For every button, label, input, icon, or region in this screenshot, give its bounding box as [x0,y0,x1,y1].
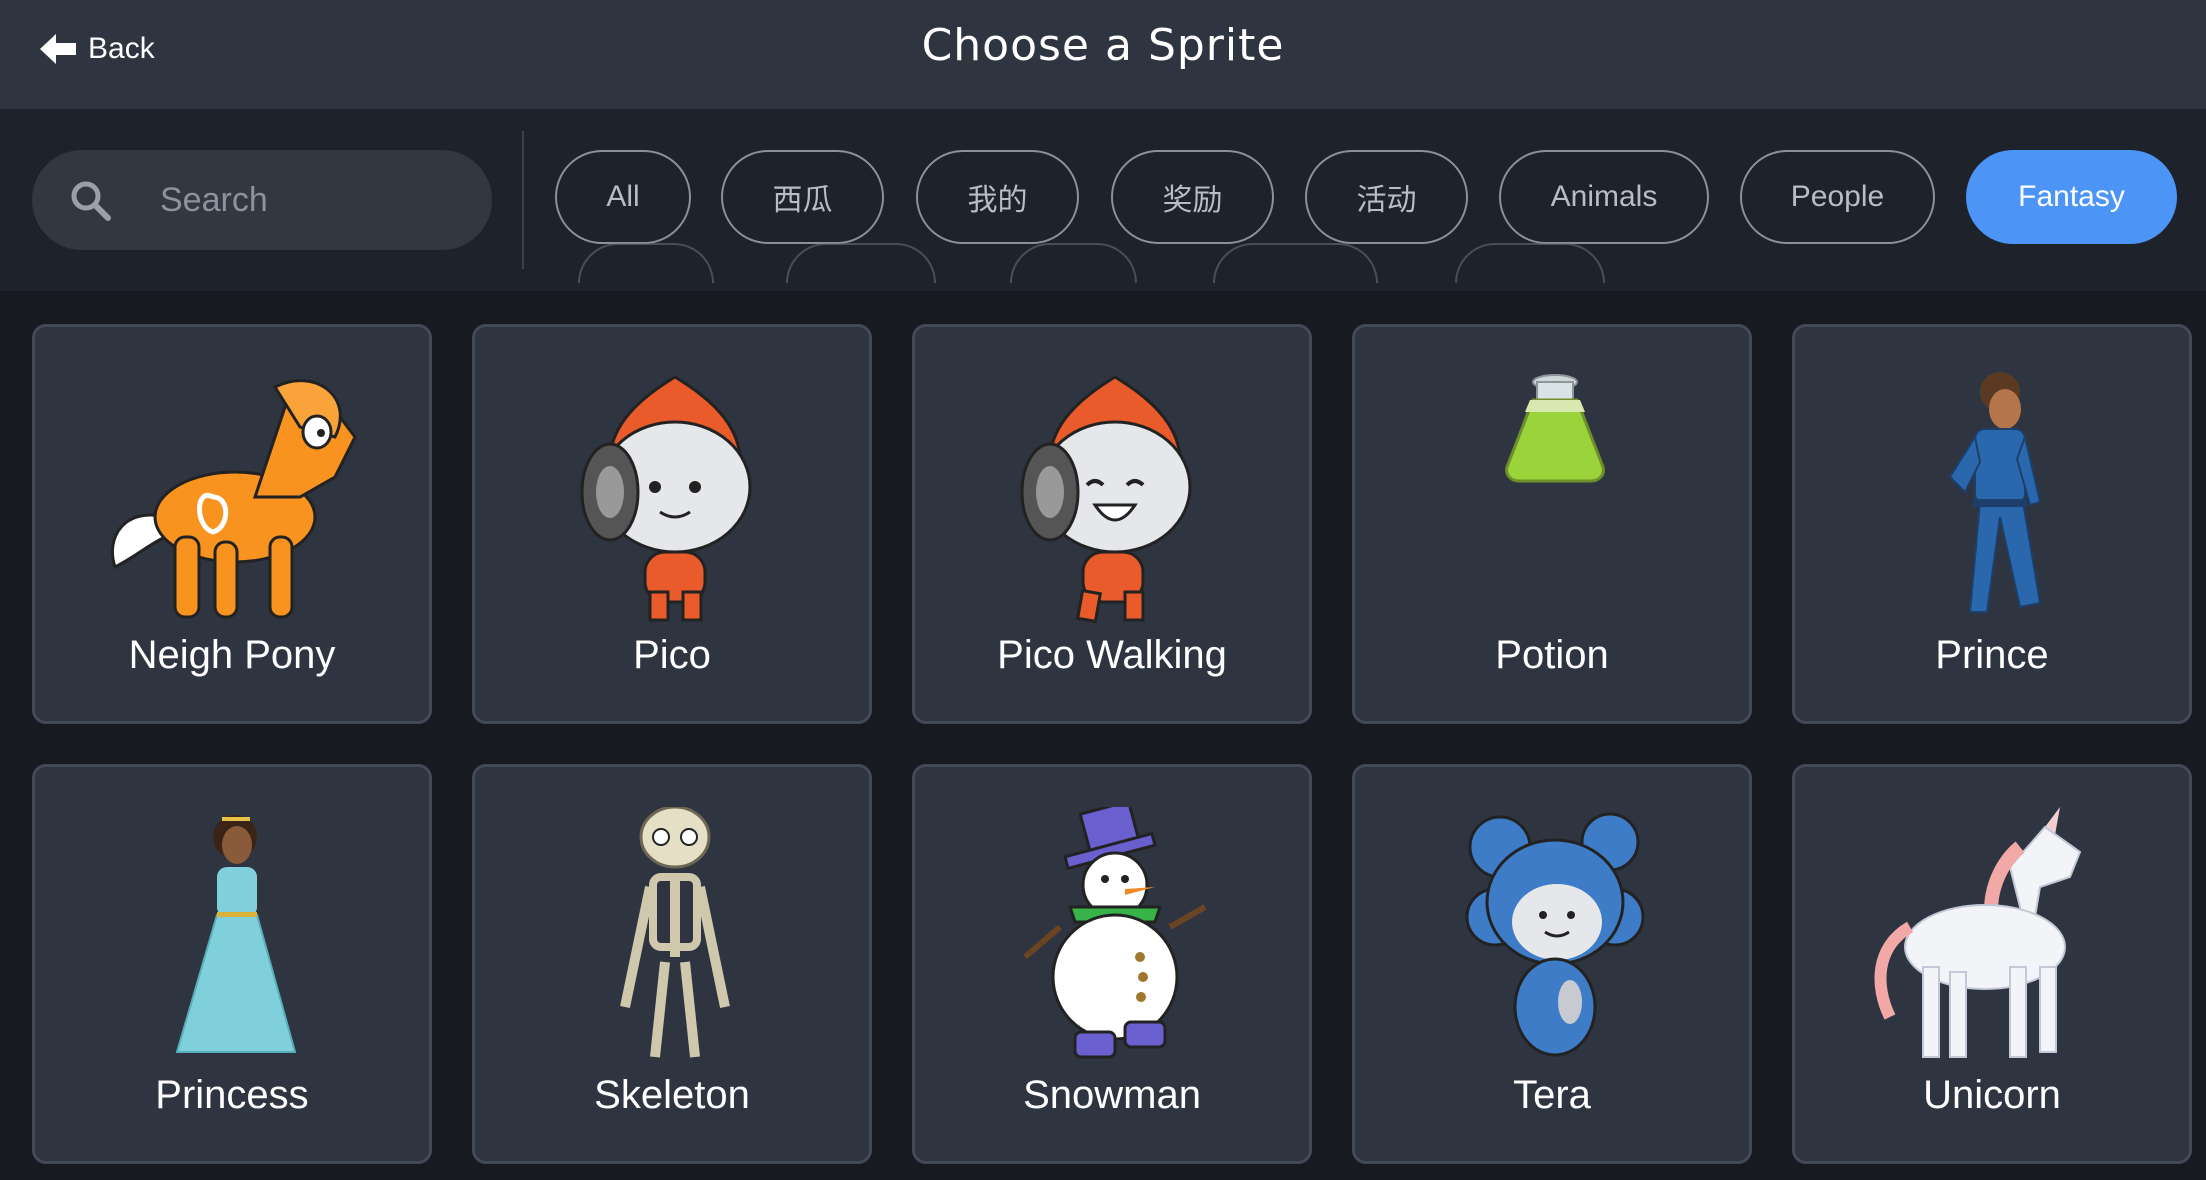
potion-icon [1505,374,1605,483]
tab-rewards[interactable]: 奖励 [1111,150,1274,244]
sprite-name: Pico Walking [997,633,1227,677]
snowman-icon [1023,807,1207,1059]
tera-icon [1465,812,1645,1057]
search-box[interactable] [32,150,492,250]
sprite-card-skeleton[interactable]: Skeleton [472,764,872,1164]
prince-icon [1948,372,2042,613]
sprite-card-prince[interactable]: Prince [1792,324,2192,724]
sprite-card-princess[interactable]: Princess [32,764,432,1164]
sprite-card-snowman[interactable]: Snowman [912,764,1312,1164]
sprite-name: Princess [155,1073,309,1117]
tab-all[interactable]: All [555,150,691,244]
scroll-hint [1010,243,1137,283]
sprite-name: Tera [1513,1073,1591,1117]
toolbar-divider [522,131,524,269]
sprite-name: Snowman [1023,1073,1201,1117]
tab-people[interactable]: People [1740,150,1935,244]
sprite-name: Unicorn [1923,1073,2061,1117]
sprite-card-pico[interactable]: Pico [472,324,872,724]
page-title: Choose a Sprite [921,20,1285,71]
tab-xigua[interactable]: 西瓜 [721,150,884,244]
pony-icon [110,379,357,619]
skeleton-icon [620,807,730,1058]
sprite-name: Neigh Pony [128,633,336,677]
pico-icon [580,375,752,622]
sprite-card-potion[interactable]: Potion [1352,324,1752,724]
scroll-hint [578,243,714,283]
princess-icon [175,815,297,1053]
tab-mine[interactable]: 我的 [916,150,1079,244]
pico-walking-icon [1020,375,1192,624]
sprite-card-neigh-pony[interactable]: Neigh Pony [32,324,432,724]
sprite-name: Potion [1495,633,1609,677]
sprite-card-unicorn[interactable]: Unicorn [1792,764,2192,1164]
header-bar: Back Choose a Sprite [0,0,2206,109]
scroll-hint [1213,243,1378,283]
tab-fantasy[interactable]: Fantasy [1966,150,2177,244]
sprite-name: Skeleton [594,1073,750,1117]
filter-toolbar: All 西瓜 我的 奖励 活动 Animals People Fantasy [0,109,2206,291]
unicorn-icon [1874,807,2082,1058]
sprite-name: Prince [1935,633,2049,677]
scroll-hint [1455,243,1605,283]
tab-events[interactable]: 活动 [1305,150,1468,244]
search-icon [71,181,111,221]
tab-animals[interactable]: Animals [1499,150,1709,244]
scroll-hint [786,243,936,283]
search-input[interactable] [160,172,470,228]
sprite-name: Pico [633,633,711,677]
sprite-card-pico-walking[interactable]: Pico Walking [912,324,1312,724]
sprite-card-tera[interactable]: Tera [1352,764,1752,1164]
